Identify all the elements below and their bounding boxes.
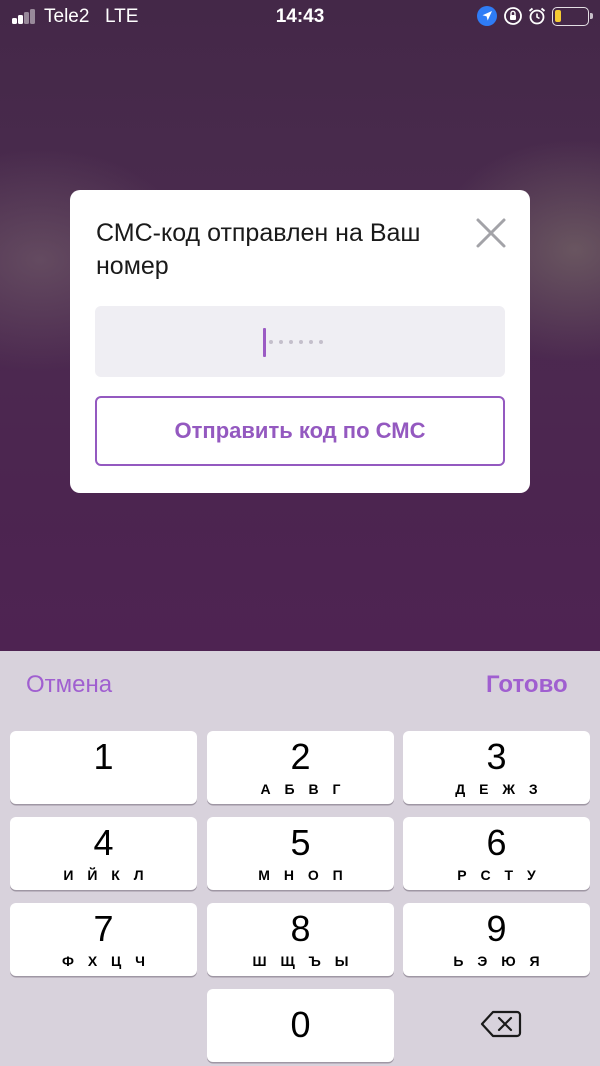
backspace-icon bbox=[480, 1010, 522, 1038]
key-digit: 3 bbox=[486, 736, 507, 777]
key-letters: Р С Т У bbox=[457, 867, 541, 883]
key-digit: 7 bbox=[93, 908, 114, 949]
done-button[interactable]: Готово bbox=[486, 671, 568, 699]
key-digit: 0 bbox=[290, 1004, 311, 1045]
key-6[interactable]: 6 Р С Т У bbox=[403, 817, 590, 890]
code-placeholder bbox=[269, 340, 329, 346]
close-button[interactable] bbox=[474, 216, 508, 250]
key-7[interactable]: 7 Ф Х Ц Ч bbox=[10, 903, 197, 976]
key-digit: 5 bbox=[290, 822, 311, 863]
text-caret bbox=[263, 328, 266, 357]
key-2[interactable]: 2 А Б В Г bbox=[207, 731, 394, 804]
key-digit: 1 bbox=[93, 736, 114, 777]
key-8[interactable]: 8 Ш Щ Ъ Ы bbox=[207, 903, 394, 976]
key-letters: А Б В Г bbox=[260, 781, 346, 797]
send-sms-code-button[interactable]: Отправить код по СМС bbox=[95, 396, 505, 466]
key-5[interactable]: 5 М Н О П bbox=[207, 817, 394, 890]
sms-code-dialog: СМС-код отправлен на Ваш номер Отправить… bbox=[70, 190, 530, 493]
delete-button[interactable] bbox=[480, 1009, 522, 1039]
status-bar: Tele2 LTE 14:43 bbox=[0, 0, 600, 34]
orientation-lock-icon bbox=[503, 6, 523, 32]
key-9[interactable]: 9 Ь Э Ю Я bbox=[403, 903, 590, 976]
numeric-keyboard: Отмена Готово 1 2 А Б В Г 3 Д Е Ж З 4 И … bbox=[0, 651, 600, 1066]
key-letters: Ь Э Ю Я bbox=[453, 953, 545, 969]
key-3[interactable]: 3 Д Е Ж З bbox=[403, 731, 590, 804]
key-digit: 9 bbox=[486, 908, 507, 949]
location-arrow-icon bbox=[477, 6, 497, 32]
battery-icon bbox=[552, 7, 593, 26]
alarm-icon bbox=[527, 6, 547, 32]
key-letters: И Й К Л bbox=[63, 867, 149, 883]
key-digit: 4 bbox=[93, 822, 114, 863]
key-digit: 2 bbox=[290, 736, 311, 777]
key-digit: 8 bbox=[290, 908, 311, 949]
sms-code-input[interactable] bbox=[95, 306, 505, 377]
key-letters: Ф Х Ц Ч bbox=[61, 953, 151, 969]
key-letters: Д Е Ж З bbox=[455, 781, 543, 797]
key-4[interactable]: 4 И Й К Л bbox=[10, 817, 197, 890]
cancel-button[interactable]: Отмена bbox=[26, 671, 112, 699]
key-1[interactable]: 1 bbox=[10, 731, 197, 804]
key-digit: 6 bbox=[486, 822, 507, 863]
key-letters: Ш Щ Ъ Ы bbox=[252, 953, 354, 969]
dialog-title: СМС-код отправлен на Ваш номер bbox=[96, 219, 421, 280]
close-icon bbox=[476, 218, 506, 248]
key-letters: М Н О П bbox=[258, 867, 348, 883]
key-0[interactable]: 0 bbox=[207, 989, 394, 1062]
